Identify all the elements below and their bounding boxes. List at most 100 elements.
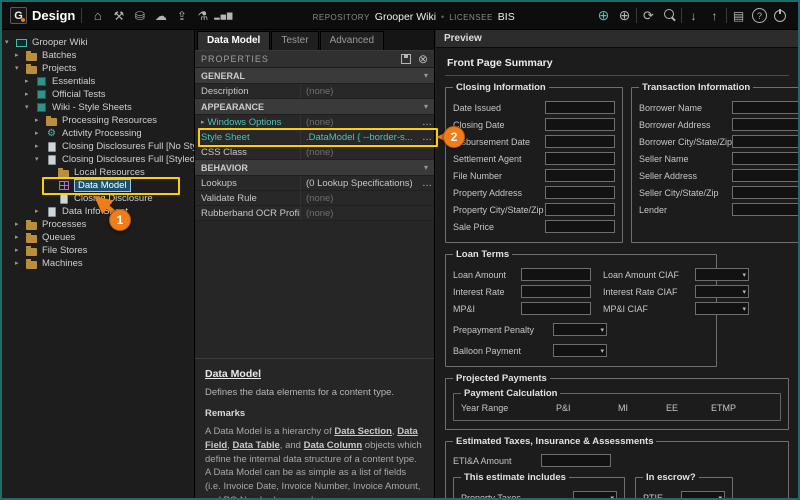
mpi-ciaf-select[interactable] [695, 302, 749, 315]
tree-item-wiki-style-sheets[interactable]: Wiki - Style Sheets [2, 101, 194, 114]
tree-item-closing-disclosures-full-no-style[interactable]: Closing Disclosures Full [No Style] [2, 140, 194, 153]
property-address-input[interactable] [545, 186, 615, 199]
property-city-state-zip-input[interactable] [545, 203, 615, 216]
tree-item-local-resources[interactable]: Local Resources [2, 166, 194, 179]
link-data-section[interactable]: Data Section [334, 426, 392, 437]
borrower-city-state-zip-input[interactable] [732, 135, 798, 148]
tree-item-projects[interactable]: Projects [2, 62, 194, 75]
tree-item-data-info-sheet[interactable]: Data Info Sheet [2, 205, 194, 218]
property-style-sheet[interactable]: Style Sheet .DataModel { --border-s... [195, 130, 434, 145]
borrower-address-input[interactable] [732, 118, 798, 131]
ellipsis-button[interactable] [420, 132, 434, 143]
tree-item-essentials[interactable]: Essentials [2, 75, 194, 88]
home-icon[interactable] [88, 6, 107, 25]
expand-arrow[interactable] [201, 118, 205, 126]
seller-city-state-zip-input[interactable] [732, 186, 798, 199]
expand-arrow[interactable] [5, 36, 15, 49]
section-general[interactable]: GENERAL [195, 68, 434, 84]
help-icon[interactable] [750, 6, 769, 25]
tree-item-official-tests[interactable]: Official Tests [2, 88, 194, 101]
borrower-name-input[interactable] [732, 101, 798, 114]
layers-icon[interactable] [729, 6, 748, 25]
expand-arrow[interactable] [25, 75, 35, 88]
expand-arrow[interactable] [35, 153, 45, 166]
ellipsis-button[interactable] [420, 117, 434, 128]
interest-rate-input[interactable] [521, 285, 591, 298]
sale-price-input[interactable] [545, 220, 615, 233]
power-icon[interactable] [771, 6, 790, 25]
property-lookups[interactable]: Lookups (0 Lookup Specifications) [195, 176, 434, 191]
tree-item-closing-disclosures-full-styled[interactable]: Closing Disclosures Full [Styled] [2, 153, 194, 166]
expand-arrow[interactable] [25, 88, 35, 101]
tree-item-processes[interactable]: Processes [2, 218, 194, 231]
expand-arrow[interactable] [35, 140, 45, 153]
close-icon[interactable] [418, 53, 428, 65]
link-data-table[interactable]: Data Table [232, 440, 279, 451]
mpi-input[interactable] [521, 302, 591, 315]
expand-arrow[interactable] [35, 127, 45, 140]
closing-date-input[interactable] [545, 118, 615, 131]
link-data-column[interactable]: Data Column [304, 440, 363, 451]
add-secondary-icon[interactable] [615, 6, 634, 25]
disbursement-date-input[interactable] [545, 135, 615, 148]
upload-icon[interactable] [705, 6, 724, 25]
add-icon[interactable] [594, 6, 613, 25]
expand-arrow[interactable] [35, 114, 45, 127]
save-icon[interactable] [401, 54, 411, 64]
file-number-input[interactable] [545, 169, 615, 182]
export-icon[interactable] [172, 6, 191, 25]
settlement-agent-input[interactable] [545, 152, 615, 165]
database-icon[interactable] [130, 6, 149, 25]
property-css-class[interactable]: CSS Class (none) [195, 145, 434, 160]
section-appearance[interactable]: APPEARANCE [195, 99, 434, 115]
section-behavior[interactable]: BEHAVIOR [195, 160, 434, 176]
property-validate-rule[interactable]: Validate Rule (none) [195, 191, 434, 206]
expand-arrow[interactable] [15, 244, 25, 257]
stats-chart-icon[interactable] [214, 6, 233, 25]
tree-item-machines[interactable]: Machines [2, 257, 194, 270]
seller-name-input[interactable] [732, 152, 798, 165]
tab-tester[interactable]: Tester [271, 31, 318, 50]
tab-advanced[interactable]: Advanced [320, 31, 384, 50]
tree-item-file-stores[interactable]: File Stores [2, 244, 194, 257]
seller-address-input[interactable] [732, 169, 798, 182]
expand-arrow[interactable] [15, 62, 25, 75]
flask-icon[interactable] [193, 6, 212, 25]
tree-item-grooper-wiki[interactable]: Grooper Wiki [2, 36, 194, 49]
property-windows-options[interactable]: Windows Options (none) [195, 115, 434, 130]
loan-amount-ciaf-select[interactable] [695, 268, 749, 281]
property-taxes-select[interactable] [573, 491, 617, 498]
search-icon[interactable] [660, 6, 679, 25]
expand-arrow[interactable] [15, 218, 25, 231]
download-icon[interactable] [684, 6, 703, 25]
expand-arrow[interactable] [15, 231, 25, 244]
ptie-select[interactable] [681, 491, 725, 498]
tree-item-processing-resources[interactable]: Processing Resources [2, 114, 194, 127]
tree-item-data-model[interactable]: Data Model [2, 179, 194, 192]
cloud-upload-icon[interactable] [151, 6, 170, 25]
logo-letter: G [14, 10, 23, 22]
date-issued-input[interactable] [545, 101, 615, 114]
property-rubberband-ocr-profile[interactable]: Rubberband OCR Profile (none) [195, 206, 434, 221]
tree-item-batches[interactable]: Batches [2, 49, 194, 62]
prepayment-penalty-select[interactable] [553, 323, 607, 336]
tools-icon[interactable] [109, 6, 128, 25]
tree-item-closing-disclosure[interactable]: Closing Disclosure [2, 192, 194, 205]
ellipsis-button[interactable] [420, 178, 434, 189]
tab-data-model[interactable]: Data Model [197, 31, 270, 50]
balloon-payment-select[interactable] [553, 344, 607, 357]
property-description[interactable]: Description (none) [195, 84, 434, 99]
grooper-logo-icon: G [10, 7, 27, 24]
expand-arrow[interactable] [35, 205, 45, 218]
tree-item-queues[interactable]: Queues [2, 231, 194, 244]
refresh-icon[interactable] [639, 6, 658, 25]
lender-input[interactable] [732, 203, 798, 216]
expand-arrow[interactable] [25, 101, 35, 114]
etia-amount-input[interactable] [541, 454, 611, 467]
right-toolbar [594, 6, 790, 25]
expand-arrow[interactable] [15, 49, 25, 62]
expand-arrow[interactable] [15, 257, 25, 270]
tree-item-activity-processing[interactable]: Activity Processing [2, 127, 194, 140]
interest-rate-ciaf-select[interactable] [695, 285, 749, 298]
loan-amount-input[interactable] [521, 268, 591, 281]
